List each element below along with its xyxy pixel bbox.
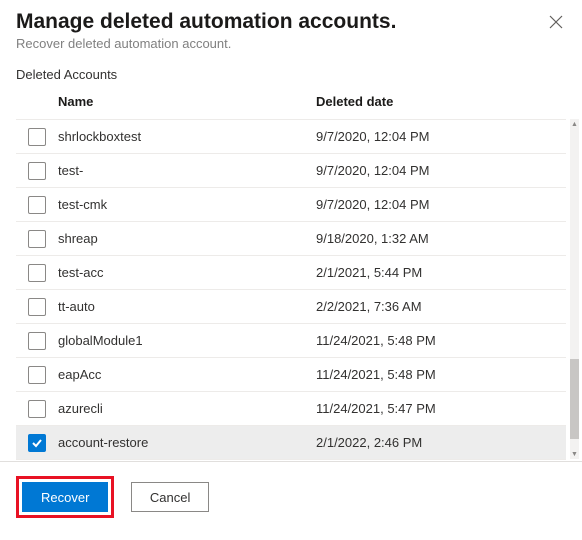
scrollbar[interactable]: ▲ ▼ [570,119,579,459]
row-checkbox[interactable] [28,128,46,146]
row-name: test- [58,163,316,178]
row-name: eapAcc [58,367,316,382]
row-checkbox[interactable] [28,162,46,180]
row-name: account-restore [58,435,316,450]
table-row[interactable]: test-9/7/2020, 12:04 PM [16,154,566,188]
row-name: shrlockboxtest [58,129,316,144]
recover-button[interactable]: Recover [22,482,108,512]
row-checkbox[interactable] [28,366,46,384]
table-row[interactable]: globalModule111/24/2021, 5:48 PM [16,324,566,358]
row-checkbox[interactable] [28,196,46,214]
cancel-button[interactable]: Cancel [131,482,209,512]
page-title: Manage deleted automation accounts. [16,10,536,34]
table-row[interactable]: shreap9/18/2020, 1:32 AM [16,222,566,256]
table-row[interactable]: account-restore2/1/2022, 2:46 PM [16,426,566,460]
row-deleted-date: 11/24/2021, 5:47 PM [316,401,566,416]
account-list: shrlockboxtest9/7/2020, 12:04 PMtest-9/7… [16,119,566,460]
section-label: Deleted Accounts [0,57,582,88]
table-row[interactable]: eapAcc11/24/2021, 5:48 PM [16,358,566,392]
check-icon [31,437,43,449]
row-name: tt-auto [58,299,316,314]
close-button[interactable] [546,12,566,32]
row-checkbox[interactable] [28,230,46,248]
column-header-name[interactable]: Name [58,94,316,109]
row-deleted-date: 2/1/2022, 2:46 PM [316,435,566,450]
row-name: test-cmk [58,197,316,212]
row-checkbox[interactable] [28,434,46,452]
row-deleted-date: 2/2/2021, 7:36 AM [316,299,566,314]
row-deleted-date: 9/7/2020, 12:04 PM [316,129,566,144]
row-deleted-date: 11/24/2021, 5:48 PM [316,367,566,382]
row-checkbox[interactable] [28,298,46,316]
row-deleted-date: 9/7/2020, 12:04 PM [316,197,566,212]
row-name: test-acc [58,265,316,280]
row-deleted-date: 9/18/2020, 1:32 AM [316,231,566,246]
footer: Recover Cancel [0,461,582,540]
scroll-thumb[interactable] [570,359,579,439]
scroll-down-arrow[interactable]: ▼ [570,449,579,459]
table-row[interactable]: azurecli11/24/2021, 5:47 PM [16,392,566,426]
row-deleted-date: 11/24/2021, 5:48 PM [316,333,566,348]
table-row[interactable]: test-cmk9/7/2020, 12:04 PM [16,188,566,222]
row-deleted-date: 2/1/2021, 5:44 PM [316,265,566,280]
row-checkbox[interactable] [28,400,46,418]
column-header-deleted-date[interactable]: Deleted date [316,94,566,109]
row-name: shreap [58,231,316,246]
row-name: globalModule1 [58,333,316,348]
row-checkbox[interactable] [28,264,46,282]
table-row[interactable]: test-acc2/1/2021, 5:44 PM [16,256,566,290]
recover-button-highlight: Recover [16,476,114,518]
close-icon [549,15,563,29]
table-row[interactable]: shrlockboxtest9/7/2020, 12:04 PM [16,120,566,154]
row-name: azurecli [58,401,316,416]
scroll-up-arrow[interactable]: ▲ [570,119,579,129]
page-subtitle: Recover deleted automation account. [16,36,566,51]
row-checkbox[interactable] [28,332,46,350]
row-deleted-date: 9/7/2020, 12:04 PM [316,163,566,178]
table-row[interactable]: tt-auto2/2/2021, 7:36 AM [16,290,566,324]
